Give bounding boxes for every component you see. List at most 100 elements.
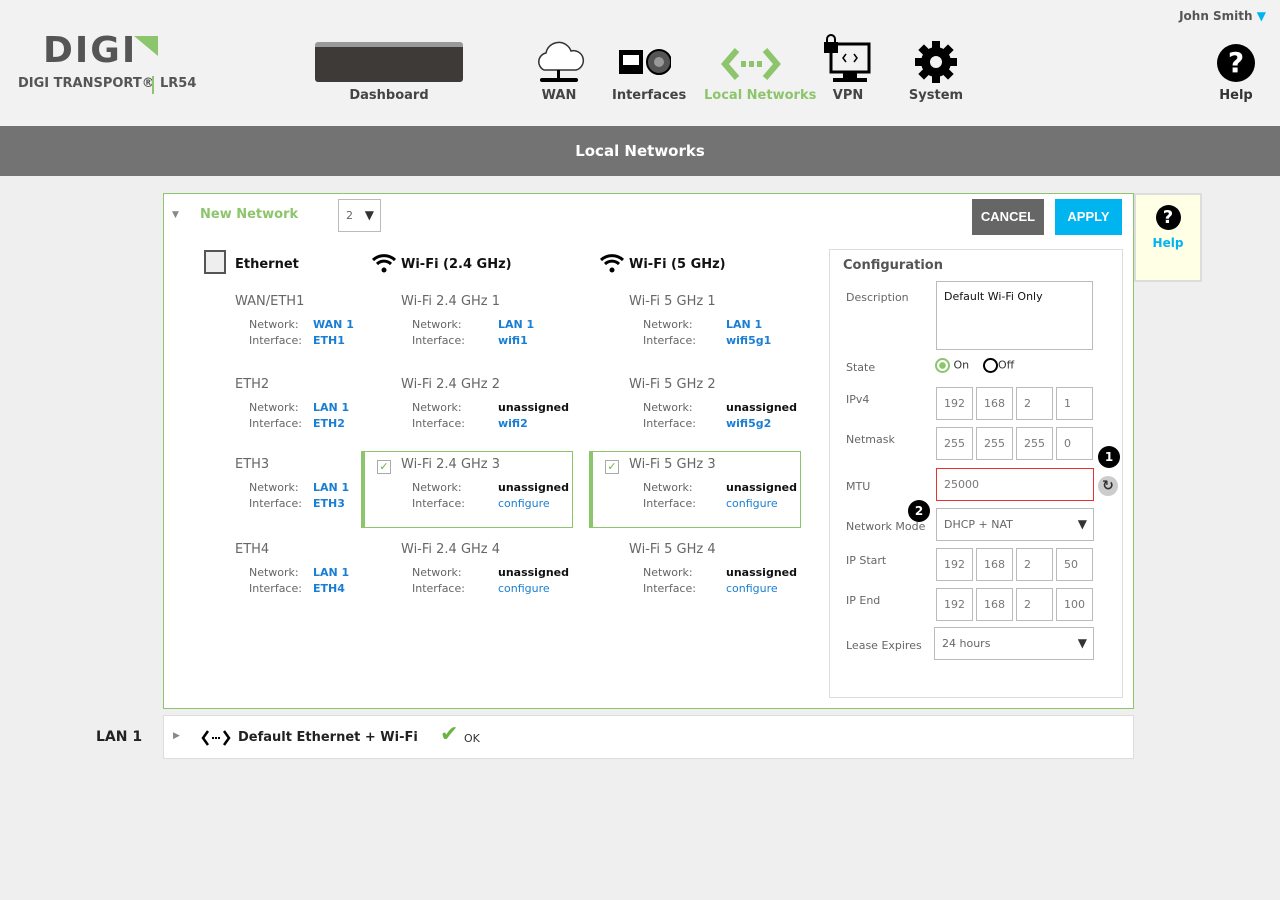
ip_end-label: IP End — [846, 594, 881, 607]
interface-name: Wi-Fi 5 GHz 4 — [629, 542, 716, 557]
user-menu[interactable]: John Smith ▼ — [1179, 9, 1266, 23]
network-label: Network: — [643, 318, 693, 331]
logo-mark — [134, 36, 158, 56]
interface-link[interactable]: configure — [498, 497, 550, 510]
interface-link[interactable]: ETH2 — [313, 417, 345, 430]
ip_end-octet-2[interactable]: 168 — [976, 588, 1013, 621]
interface-link[interactable]: configure — [726, 497, 778, 510]
interface-label: Interface: — [412, 582, 465, 595]
wifi-icon — [371, 254, 397, 273]
description-field[interactable]: Default Wi-Fi Only — [936, 281, 1093, 350]
collapse-arrow-icon[interactable]: ▼ — [172, 210, 179, 220]
interface-label: Interface: — [249, 582, 302, 595]
network-label: Network: — [249, 318, 299, 331]
interface-name: ETH3 — [235, 457, 270, 472]
network-value[interactable]: LAN 1 — [313, 566, 349, 579]
interface-label: Interface: — [412, 417, 465, 430]
wifi-icon — [599, 254, 625, 273]
network-value[interactable]: LAN 1 — [313, 481, 349, 494]
digi-logo[interactable]: DIGI DIGI TRANSPORT® LR54 — [18, 30, 198, 96]
nav-wan[interactable]: WAN — [529, 40, 589, 103]
nav-system[interactable]: System — [904, 40, 968, 103]
interface-label: Interface: — [412, 334, 465, 347]
description-label: Description — [846, 291, 909, 304]
ip_end-octet-4[interactable]: 100 — [1056, 588, 1093, 621]
network-label: Network: — [643, 566, 693, 579]
ethernet-port-icon — [619, 49, 672, 75]
netmask-octet-2[interactable]: 255 — [976, 427, 1013, 460]
interface-link[interactable]: wifi2 — [498, 417, 528, 430]
nav-interfaces[interactable]: Interfaces — [612, 40, 686, 103]
interface-link[interactable]: configure — [498, 582, 550, 595]
interface-link[interactable]: configure — [726, 582, 778, 595]
checkbox-checked[interactable]: ✓ — [605, 460, 619, 474]
interface-label: Interface: — [249, 497, 302, 510]
interface-link[interactable]: wifi5g1 — [726, 334, 771, 347]
reset-icon[interactable]: ↻ — [1098, 476, 1118, 496]
nav-local-networks[interactable]: Local Networks — [704, 40, 816, 103]
ip_start-octet-2[interactable]: 168 — [976, 548, 1013, 581]
interface-name: Wi-Fi 2.4 GHz 1 — [401, 294, 501, 309]
network-value[interactable]: LAN 1 — [313, 401, 349, 414]
network-value[interactable]: LAN 1 — [498, 318, 534, 331]
network-label: Network: — [412, 318, 462, 331]
network-label: Network: — [643, 401, 693, 414]
lease-select[interactable]: 24 hours — [934, 627, 1094, 660]
cloud-icon — [538, 41, 585, 82]
apply-button[interactable]: APPLY — [1055, 199, 1122, 235]
expand-arrow-icon[interactable]: ▶ — [173, 731, 180, 741]
network-number-select[interactable]: 2 — [338, 199, 381, 232]
ip_start-octet-3[interactable]: 2 — [1016, 548, 1053, 581]
config-title: Configuration — [843, 258, 943, 273]
column-title: Ethernet — [235, 257, 299, 272]
netmask-octet-4[interactable]: 0 — [1056, 427, 1093, 460]
interface-link[interactable]: ETH3 — [313, 497, 345, 510]
interface-label: Interface: — [643, 417, 696, 430]
ip_end-octet-1[interactable]: 192 — [936, 588, 973, 621]
interface-name: Wi-Fi 5 GHz 1 — [629, 294, 716, 309]
interface-link[interactable]: wifi5g2 — [726, 417, 771, 430]
network-mode-select[interactable]: DHCP + NAT — [936, 508, 1094, 541]
network-title: New Network — [200, 207, 299, 222]
checkbox-checked[interactable]: ✓ — [377, 460, 391, 474]
interface-name: Wi-Fi 2.4 GHz 3 — [401, 457, 501, 472]
help-panel[interactable]: ? Help — [1134, 193, 1202, 282]
ipv4-octet-3[interactable]: 2 — [1016, 387, 1053, 420]
interface-label: Interface: — [643, 334, 696, 347]
check-icon: ✔ — [440, 722, 459, 747]
network-value: unassigned — [498, 401, 569, 414]
ipv4-octet-2[interactable]: 168 — [976, 387, 1013, 420]
lan-row[interactable]: ▶ Default Ethernet + Wi-Fi ✔ OK — [163, 715, 1134, 759]
local-network-icon — [201, 730, 231, 746]
mtu-field[interactable]: 25000 — [936, 468, 1094, 501]
interface-link[interactable]: ETH4 — [313, 582, 345, 595]
cancel-button[interactable]: CANCEL — [972, 199, 1044, 235]
ip_start-octet-1[interactable]: 192 — [936, 548, 973, 581]
ipv4-octet-1[interactable]: 192 — [936, 387, 973, 420]
nav-vpn[interactable]: VPN — [818, 34, 878, 103]
header: DIGI DIGI TRANSPORT® LR54 John Smith ▼ D… — [0, 0, 1280, 126]
network-label: Network: — [643, 481, 693, 494]
network-label: Network: — [412, 566, 462, 579]
netmask-label: Netmask — [846, 433, 895, 446]
state-off-radio[interactable]: Off — [983, 358, 1014, 373]
nav-help[interactable]: ? Help — [1212, 44, 1260, 103]
nav-dashboard[interactable]: Dashboard — [314, 40, 464, 103]
state-on-radio[interactable]: On — [935, 358, 969, 373]
interface-name: Wi-Fi 2.4 GHz 4 — [401, 542, 501, 557]
network-value: unassigned — [726, 481, 797, 494]
network-label: Network: — [412, 481, 462, 494]
ip_start-octet-4[interactable]: 50 — [1056, 548, 1093, 581]
ip_end-octet-3[interactable]: 2 — [1016, 588, 1053, 621]
netmask-octet-3[interactable]: 255 — [1016, 427, 1053, 460]
interface-name: Wi-Fi 2.4 GHz 2 — [401, 377, 501, 392]
interface-link[interactable]: wifi1 — [498, 334, 528, 347]
local-network-icon — [721, 48, 781, 80]
netmask-octet-1[interactable]: 255 — [936, 427, 973, 460]
network-label: Network: — [412, 401, 462, 414]
ipv4-octet-4[interactable]: 1 — [1056, 387, 1093, 420]
network-value[interactable]: WAN 1 — [313, 318, 354, 331]
router-device-image — [315, 42, 463, 82]
network-value[interactable]: LAN 1 — [726, 318, 762, 331]
interface-link[interactable]: ETH1 — [313, 334, 345, 347]
